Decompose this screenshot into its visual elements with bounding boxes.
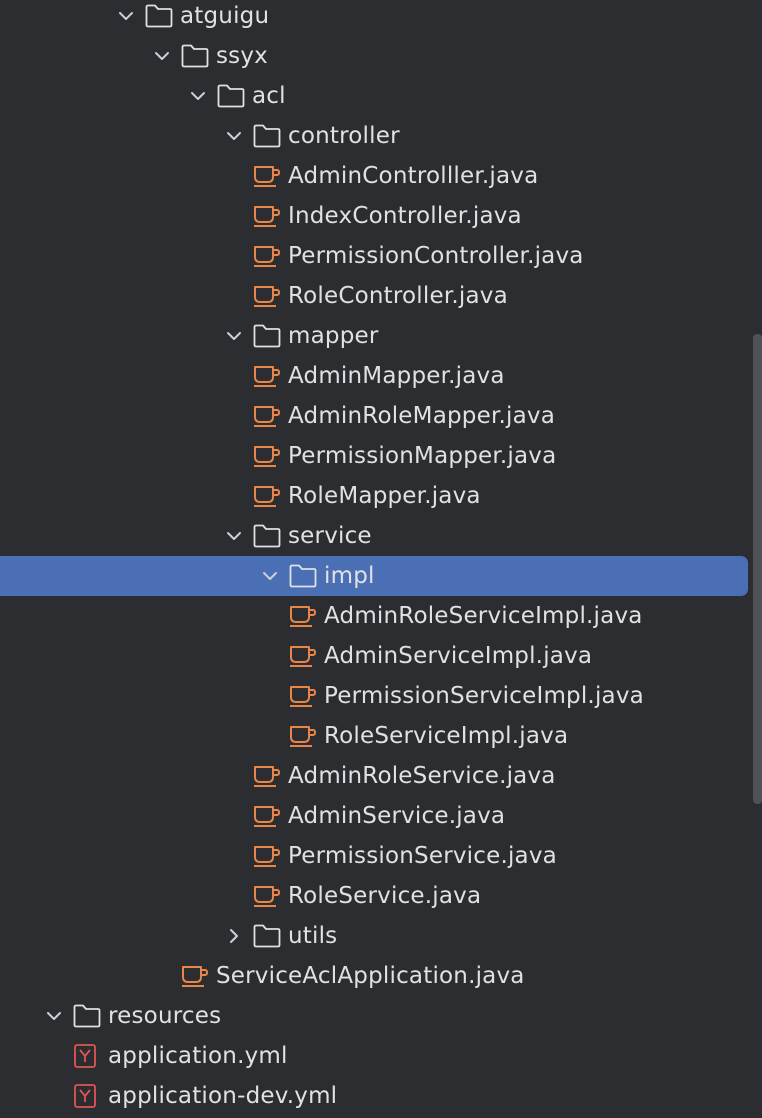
chevron-down-icon[interactable] <box>216 516 252 556</box>
tree-item-label: resources <box>108 1003 222 1029</box>
tree-item-label: application.yml <box>108 1043 288 1069</box>
chevron-right-icon[interactable] <box>216 916 252 956</box>
java-class-icon <box>252 876 288 916</box>
tree-item-label: AdminService.java <box>288 803 506 829</box>
tree-item-label: AdminMapper.java <box>288 363 505 389</box>
tree-item-label: RoleServiceImpl.java <box>324 723 569 749</box>
java-class-icon <box>288 716 324 756</box>
tree-item-label: RoleMapper.java <box>288 483 481 509</box>
tree-folder-row[interactable]: controller <box>0 116 748 156</box>
chevron-down-icon[interactable] <box>36 996 72 1036</box>
tree-item-label: RoleService.java <box>288 883 482 909</box>
tree-file-row[interactable]: AdminRoleServiceImpl.java <box>0 596 748 636</box>
tree-file-row[interactable]: IndexController.java <box>0 196 748 236</box>
folder-icon <box>72 996 108 1036</box>
tree-file-row[interactable]: application-dev.yml <box>0 1076 748 1116</box>
tree-file-row[interactable]: AdminControlller.java <box>0 156 748 196</box>
java-class-icon <box>252 436 288 476</box>
chevron-down-icon[interactable] <box>108 0 144 36</box>
tree-file-row[interactable]: application.yml <box>0 1036 748 1076</box>
folder-icon <box>252 916 288 956</box>
chevron-down-icon[interactable] <box>252 556 288 596</box>
folder-icon <box>252 316 288 356</box>
tree-file-row[interactable]: ServiceAclApplication.java <box>0 956 748 996</box>
java-class-icon <box>288 676 324 716</box>
tree-file-row[interactable]: AdminRoleMapper.java <box>0 396 748 436</box>
tree-folder-row[interactable]: ssyx <box>0 36 748 76</box>
folder-icon <box>144 0 180 36</box>
tree-file-row[interactable]: RoleServiceImpl.java <box>0 716 748 756</box>
java-class-icon <box>252 836 288 876</box>
tree-file-row[interactable]: AdminService.java <box>0 796 748 836</box>
java-class-icon <box>252 276 288 316</box>
tree-item-label: AdminServiceImpl.java <box>324 643 593 669</box>
java-class-icon <box>252 476 288 516</box>
java-class-icon <box>252 356 288 396</box>
java-class-icon <box>252 396 288 436</box>
tree-item-label: application-dev.yml <box>108 1083 338 1109</box>
tree-file-row[interactable]: RoleController.java <box>0 276 748 316</box>
folder-icon <box>288 556 324 596</box>
tree-file-row[interactable]: PermissionMapper.java <box>0 436 748 476</box>
java-class-icon <box>288 596 324 636</box>
chevron-down-icon[interactable] <box>180 76 216 116</box>
tree-item-label: service <box>288 523 372 549</box>
folder-icon <box>252 516 288 556</box>
java-class-icon <box>252 796 288 836</box>
tree-file-row[interactable]: AdminMapper.java <box>0 356 748 396</box>
tree-file-row[interactable]: PermissionServiceImpl.java <box>0 676 748 716</box>
tree-item-label: PermissionMapper.java <box>288 443 557 469</box>
java-class-icon <box>252 156 288 196</box>
tree-item-label: ssyx <box>216 43 268 69</box>
tree-file-row[interactable]: AdminServiceImpl.java <box>0 636 748 676</box>
folder-icon <box>252 116 288 156</box>
java-class-icon <box>252 196 288 236</box>
java-class-icon <box>252 756 288 796</box>
tree-item-label: AdminRoleMapper.java <box>288 403 555 429</box>
tree-item-label: PermissionController.java <box>288 243 584 269</box>
vertical-scrollbar[interactable] <box>753 334 762 804</box>
tree-item-label: acl <box>252 83 286 109</box>
java-class-icon <box>252 236 288 276</box>
tree-item-label: ServiceAclApplication.java <box>216 963 525 989</box>
tree-item-label: AdminRoleService.java <box>288 763 556 789</box>
tree-item-label: impl <box>324 563 375 589</box>
chevron-down-icon[interactable] <box>216 116 252 156</box>
tree-item-label: PermissionServiceImpl.java <box>324 683 644 709</box>
java-class-icon <box>288 636 324 676</box>
tree-file-row[interactable]: RoleService.java <box>0 876 748 916</box>
tree-item-label: PermissionService.java <box>288 843 557 869</box>
tree-item-label: AdminRoleServiceImpl.java <box>324 603 643 629</box>
chevron-down-icon[interactable] <box>216 316 252 356</box>
tree-item-label: IndexController.java <box>288 203 522 229</box>
project-tree: atguigu ssyx acl controller AdminControlller… <box>0 0 762 1118</box>
tree-item-label: atguigu <box>180 3 270 29</box>
chevron-down-icon[interactable] <box>144 36 180 76</box>
yaml-file-icon <box>72 1076 108 1116</box>
yaml-file-icon <box>72 1036 108 1076</box>
java-class-icon <box>180 956 216 996</box>
tree-folder-row[interactable]: resources <box>0 996 748 1036</box>
tree-file-row[interactable]: AdminRoleService.java <box>0 756 748 796</box>
tree-folder-row[interactable]: atguigu <box>0 0 748 36</box>
tree-item-label: RoleController.java <box>288 283 508 309</box>
tree-file-row[interactable]: PermissionController.java <box>0 236 748 276</box>
tree-folder-row[interactable]: impl <box>0 556 748 596</box>
tree-item-label: controller <box>288 123 400 149</box>
tree-item-label: AdminControlller.java <box>288 163 539 189</box>
tree-folder-row[interactable]: utils <box>0 916 748 956</box>
tree-item-label: utils <box>288 923 338 949</box>
folder-icon <box>180 36 216 76</box>
tree-folder-row[interactable]: acl <box>0 76 748 116</box>
tree-file-row[interactable]: RoleMapper.java <box>0 476 748 516</box>
tree-item-label: mapper <box>288 323 379 349</box>
tree-file-row[interactable]: PermissionService.java <box>0 836 748 876</box>
folder-icon <box>216 76 252 116</box>
tree-folder-row[interactable]: service <box>0 516 748 556</box>
tree-folder-row[interactable]: mapper <box>0 316 748 356</box>
